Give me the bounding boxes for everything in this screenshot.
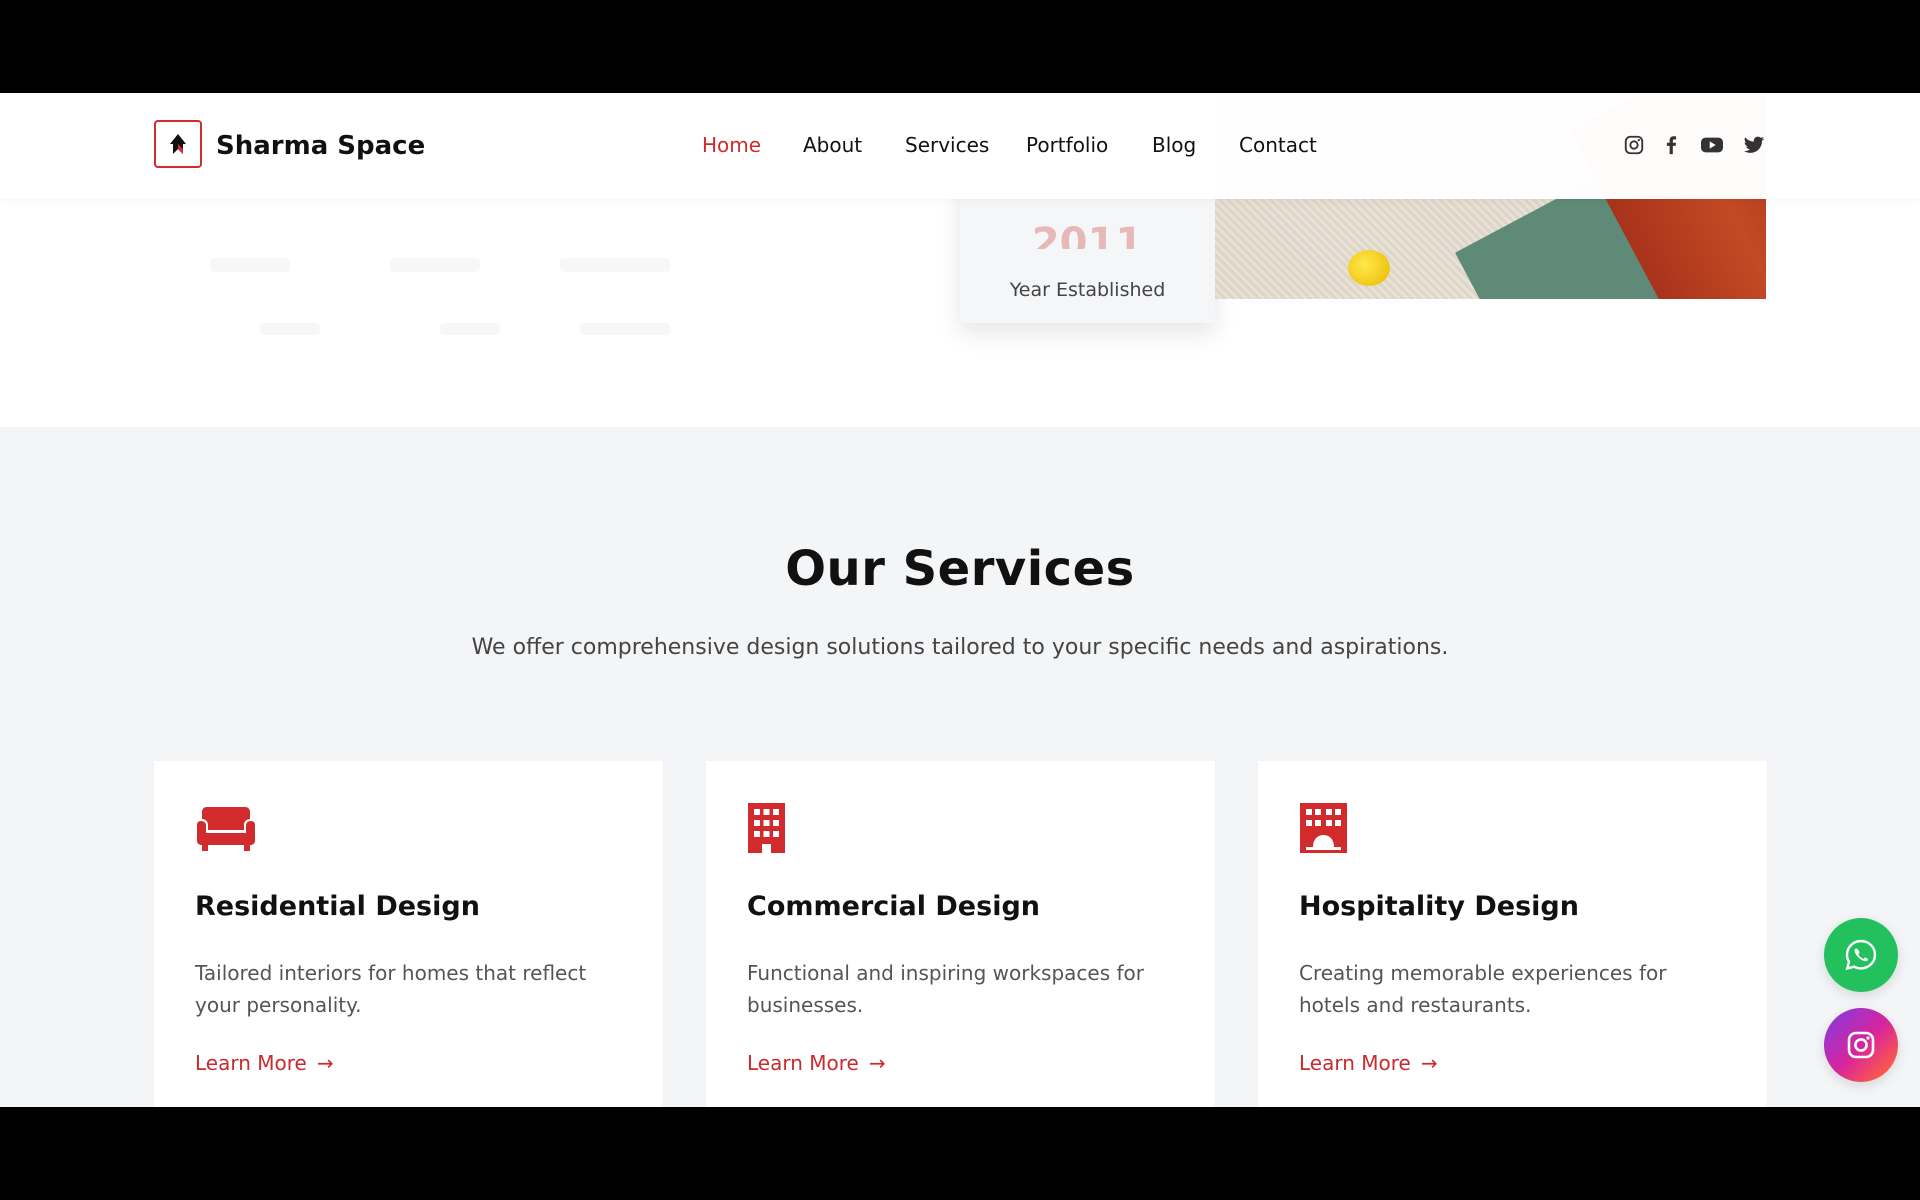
nav-about[interactable]: About: [803, 133, 862, 157]
card-description: Tailored interiors for homes that reflec…: [195, 961, 587, 1017]
learn-more-link[interactable]: Learn More →: [195, 1051, 334, 1075]
instagram-button[interactable]: [1824, 1008, 1898, 1082]
arrow-right-icon: →: [316, 1051, 334, 1075]
card-title: Residential Design: [195, 891, 480, 922]
link-label: Learn More: [1299, 1051, 1411, 1075]
stat-label: Year Established: [1009, 279, 1166, 301]
card-title: Hospitality Design: [1299, 891, 1579, 922]
youtube-icon[interactable]: [1699, 134, 1725, 156]
nav-contact[interactable]: Contact: [1239, 133, 1317, 157]
faded-text: [260, 323, 320, 335]
instagram-icon: [1847, 1031, 1875, 1059]
lemon: [1348, 250, 1390, 286]
faded-text: [390, 258, 480, 272]
service-card-hospitality: Hospitality Design Creating memorable ex…: [1258, 761, 1767, 1107]
services-section: Our Services We offer comprehensive desi…: [0, 427, 1920, 1107]
nav-home[interactable]: Home: [702, 133, 761, 157]
house-logo-icon: [170, 134, 186, 154]
nav-portfolio[interactable]: Portfolio: [1026, 133, 1108, 157]
service-card-commercial: Commercial Design Functional and inspiri…: [706, 761, 1215, 1107]
faded-text: [580, 323, 670, 335]
stat-number: 2011: [1031, 223, 1144, 249]
twitter-icon[interactable]: [1743, 134, 1765, 156]
arrow-right-icon: →: [1420, 1051, 1438, 1075]
hotel-icon: [1300, 803, 1347, 853]
service-card-residential: Residential Design Tailored interiors fo…: [154, 761, 663, 1107]
link-label: Learn More: [747, 1051, 859, 1075]
learn-more-link[interactable]: Learn More →: [747, 1051, 886, 1075]
page-viewport: 2011 Year Established Sharma Space Home …: [0, 93, 1920, 1107]
brand-name[interactable]: Sharma Space: [216, 131, 425, 161]
faded-text: [440, 323, 500, 335]
section-subtitle: We offer comprehensive design solutions …: [471, 635, 1449, 660]
card-description: Creating memorable experiences for hotel…: [1299, 961, 1667, 1017]
card-description: Functional and inspiring workspaces for …: [747, 961, 1144, 1017]
facebook-icon[interactable]: [1660, 134, 1682, 156]
arrow-right-icon: →: [868, 1051, 886, 1075]
faded-text: [210, 258, 290, 272]
learn-more-link[interactable]: Learn More →: [1299, 1051, 1438, 1075]
sofa-icon: [197, 807, 255, 851]
instagram-icon[interactable]: [1623, 134, 1645, 156]
section-title: Our Services: [785, 541, 1135, 597]
nav-services[interactable]: Services: [905, 133, 989, 157]
card-title: Commercial Design: [747, 891, 1040, 922]
whatsapp-button[interactable]: [1824, 918, 1898, 992]
nav-blog[interactable]: Blog: [1152, 133, 1196, 157]
logo[interactable]: [154, 120, 202, 168]
faded-text: [560, 258, 670, 272]
link-label: Learn More: [195, 1051, 307, 1075]
building-icon: [748, 803, 785, 853]
site-header: Sharma Space Home About Services Portfol…: [0, 93, 1920, 199]
whatsapp-icon: [1845, 939, 1877, 971]
